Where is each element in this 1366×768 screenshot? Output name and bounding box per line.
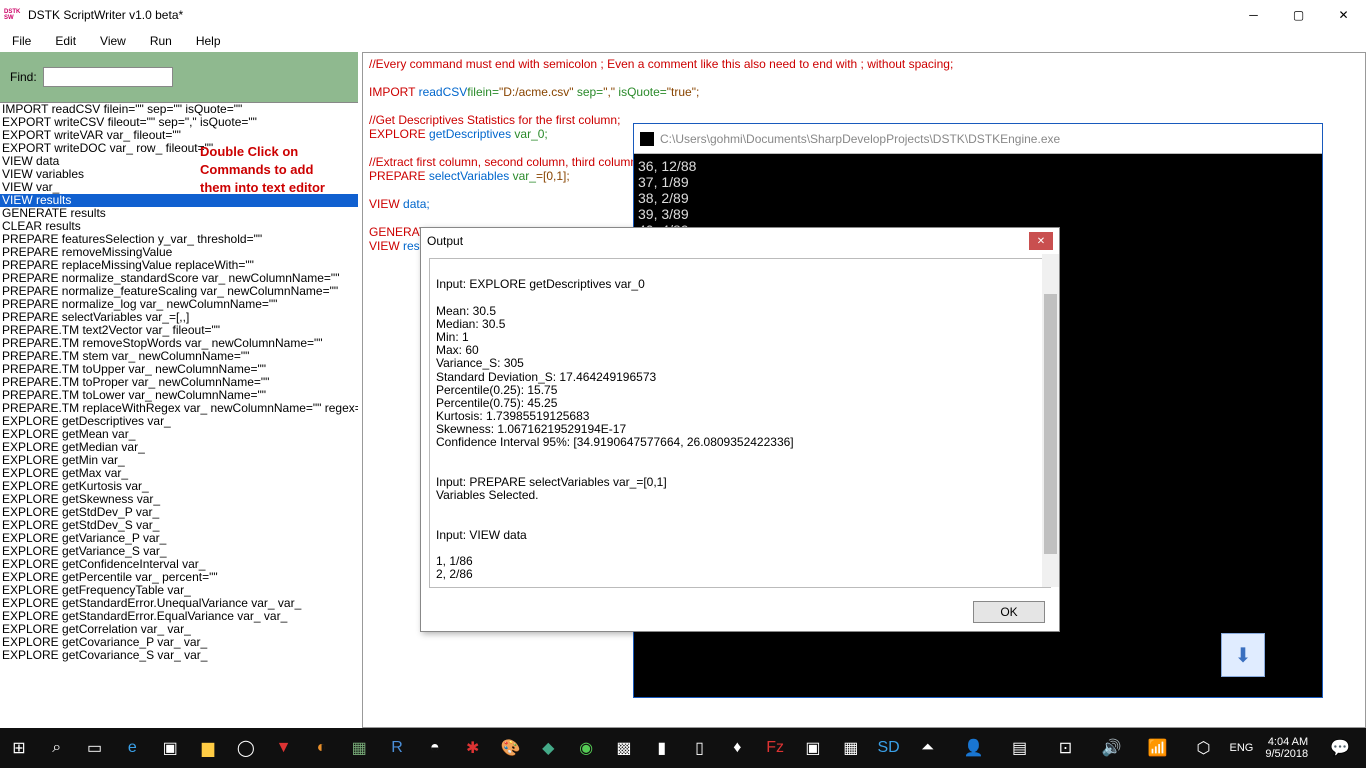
- dialog-title: Output: [427, 234, 1029, 248]
- output-dialog: Output ✕ Input: EXPLORE getDescriptives …: [420, 227, 1060, 632]
- app-icon-4[interactable]: ✱: [454, 728, 492, 768]
- app-icon-5[interactable]: 🎨: [492, 728, 530, 768]
- chrome-icon[interactable]: ◯: [227, 728, 265, 768]
- scrollbar-thumb[interactable]: [1044, 294, 1057, 554]
- terminal-icon[interactable]: ▣: [151, 728, 189, 768]
- search-icon[interactable]: ⌕: [38, 728, 76, 768]
- time-text: 4:04 AM: [1265, 736, 1308, 748]
- command-list[interactable]: Double Click on Commands to add them int…: [0, 102, 358, 728]
- find-label: Find:: [10, 70, 37, 84]
- hint-text: Double Click on Commands to add them int…: [200, 143, 340, 198]
- app-icon-10[interactable]: ▯: [681, 728, 719, 768]
- mcafee-icon[interactable]: ▼: [265, 728, 303, 768]
- tray-up-icon[interactable]: ⏶: [908, 728, 948, 768]
- console-icon: [640, 132, 654, 146]
- task-view-icon[interactable]: ▭: [76, 728, 114, 768]
- menu-view[interactable]: View: [88, 32, 138, 50]
- find-input[interactable]: [43, 67, 173, 87]
- taskbar[interactable]: ⊞ ⌕ ▭ e ▣ ▆ ◯ ▼ ◐ ▦ R ◓ ✱ 🎨 ◆ ◉ ▩ ▮ ▯ ♦ …: [0, 728, 1366, 768]
- close-button[interactable]: ✕: [1321, 0, 1366, 30]
- dialog-close-button[interactable]: ✕: [1029, 232, 1053, 250]
- app-icon-11[interactable]: ♦: [718, 728, 756, 768]
- dialog-titlebar[interactable]: Output ✕: [421, 228, 1059, 254]
- dialog-scrollbar[interactable]: [1042, 254, 1059, 587]
- download-button[interactable]: ⬇: [1221, 633, 1265, 677]
- app-icon-7[interactable]: ◉: [567, 728, 605, 768]
- app-icon: DSTKSW: [4, 6, 22, 24]
- volume-icon[interactable]: 🔊: [1092, 728, 1132, 768]
- dialog-output-text[interactable]: Input: EXPLORE getDescriptives var_0 Mea…: [429, 258, 1051, 588]
- console-titlebar[interactable]: C:\Users\gohmi\Documents\SharpDevelopPro…: [634, 124, 1322, 154]
- notifications-icon[interactable]: 💬: [1320, 728, 1360, 768]
- app-icon-9[interactable]: ▮: [643, 728, 681, 768]
- people-icon[interactable]: 👤: [954, 728, 994, 768]
- edge-icon[interactable]: e: [113, 728, 151, 768]
- app-icon-2[interactable]: ▦: [340, 728, 378, 768]
- minimize-button[interactable]: ─: [1231, 0, 1276, 30]
- start-button[interactable]: ⊞: [0, 728, 38, 768]
- find-bar: Find:: [0, 52, 358, 102]
- command-item[interactable]: EXPLORE getCovariance_S var_ var_: [0, 649, 358, 662]
- app-icon-6[interactable]: ◆: [529, 728, 567, 768]
- app-icon-1[interactable]: ◐: [303, 728, 341, 768]
- console-title-text: C:\Users\gohmi\Documents\SharpDevelopPro…: [660, 132, 1060, 146]
- menu-help[interactable]: Help: [184, 32, 233, 50]
- tray-icon-1[interactable]: ▤: [1000, 728, 1040, 768]
- menu-file[interactable]: File: [0, 32, 43, 50]
- filezilla-icon[interactable]: Fz: [756, 728, 794, 768]
- app-icon-12[interactable]: ▣: [794, 728, 832, 768]
- app-icon-14[interactable]: SD: [870, 728, 908, 768]
- wifi-icon[interactable]: 📶: [1138, 728, 1178, 768]
- ok-button[interactable]: OK: [973, 601, 1045, 623]
- tray-icon-2[interactable]: ⊡: [1046, 728, 1086, 768]
- language-indicator[interactable]: ENG: [1230, 742, 1254, 754]
- window-title: DSTK ScriptWriter v1.0 beta*: [28, 8, 1231, 22]
- app-icon-8[interactable]: ▩: [605, 728, 643, 768]
- menu-edit[interactable]: Edit: [43, 32, 88, 50]
- app-icon-13[interactable]: ▦: [832, 728, 870, 768]
- date-text: 9/5/2018: [1265, 748, 1308, 760]
- dropbox-icon[interactable]: ⬡: [1184, 728, 1224, 768]
- menu-run[interactable]: Run: [138, 32, 184, 50]
- app-icon-3[interactable]: ◓: [416, 728, 454, 768]
- window-titlebar: DSTKSW DSTK ScriptWriter v1.0 beta* ─ ▢ …: [0, 0, 1366, 30]
- maximize-button[interactable]: ▢: [1276, 0, 1321, 30]
- clock[interactable]: 4:04 AM 9/5/2018: [1259, 736, 1314, 760]
- menubar: FileEditViewRunHelp: [0, 30, 1366, 52]
- explorer-icon[interactable]: ▆: [189, 728, 227, 768]
- r-icon[interactable]: R: [378, 728, 416, 768]
